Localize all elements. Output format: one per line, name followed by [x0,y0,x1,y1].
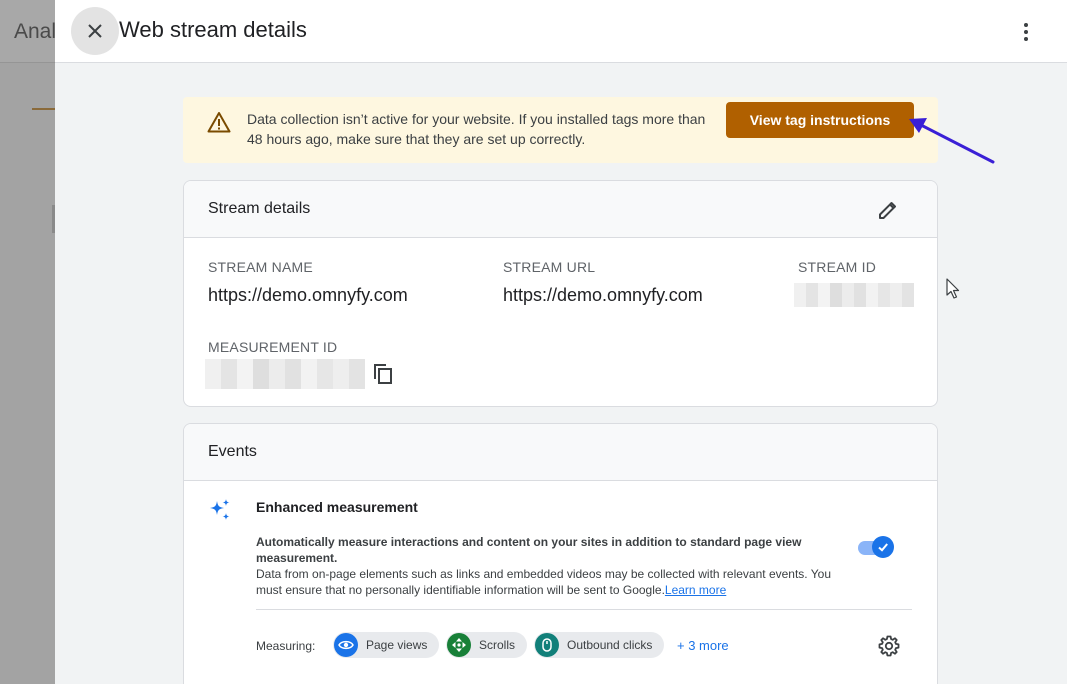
stream-name-label: STREAM NAME [208,259,313,275]
data-collection-warning-banner: Data collection isn’t active for your we… [183,97,938,163]
eye-icon [334,633,358,657]
sparkle-icon [210,499,230,520]
copy-icon[interactable] [371,362,395,386]
panel-header: Web stream details [55,0,1067,63]
enhanced-measurement-title: Enhanced measurement [256,499,418,515]
stream-id-label: STREAM ID [798,259,877,275]
chip-page-views[interactable]: Page views [333,632,440,658]
more-events-link[interactable]: + 3 more [677,638,729,653]
gear-icon[interactable] [877,634,901,658]
pencil-icon[interactable] [876,198,900,222]
measuring-label: Measuring: [256,639,316,653]
stream-details-title: Stream details [208,200,311,217]
learn-more-link[interactable]: Learn more [665,583,726,597]
events-card: Events Enhanced measurement Automaticall… [183,423,938,684]
stream-details-card: Stream details STREAM NAME https://demo.… [183,180,938,407]
mouse-icon [535,633,559,657]
more-options-button[interactable] [1010,16,1042,48]
divider [256,609,912,610]
stream-details-header: Stream details [184,181,937,238]
enhanced-measurement-notice: Data from on-page elements such as links… [256,566,856,598]
background-tab-indicator [32,108,56,110]
chip-page-views-label: Page views [366,638,428,652]
enhanced-measurement-toggle[interactable] [856,536,894,558]
events-title: Events [208,443,257,460]
check-icon [878,543,888,552]
mouse-cursor-icon [946,278,960,299]
background-topbar: Anal [0,0,60,63]
enhanced-measurement-description: Automatically measure interactions and c… [256,535,802,565]
stream-id-value-redacted [794,283,914,307]
page-title: Web stream details [119,17,307,42]
annotation-arrow [909,118,995,164]
chip-scrolls[interactable]: Scrolls [446,632,528,658]
more-vert-icon [1024,23,1028,41]
stream-url-label: STREAM URL [503,259,596,275]
close-icon [88,24,102,38]
view-tag-instructions-button[interactable]: View tag instructions [726,102,914,138]
warning-icon [207,112,231,133]
measurement-id-label: MEASUREMENT ID [208,339,338,355]
scroll-icon [447,633,471,657]
stream-name-value: https://demo.omnyfy.com [208,285,408,305]
warning-message: Data collection isn’t active for your we… [247,111,706,147]
stream-url-value: https://demo.omnyfy.com [503,285,703,305]
chip-outbound-clicks-label: Outbound clicks [567,638,653,652]
chip-scrolls-label: Scrolls [479,638,516,652]
close-button[interactable] [71,7,119,55]
events-header: Events [184,424,937,481]
toggle-thumb [872,536,894,558]
chip-outbound-clicks[interactable]: Outbound clicks [534,632,665,658]
background-app-title: Anal [14,20,57,43]
enhanced-measurement-notice-text: Data from on-page elements such as links… [256,567,832,597]
web-stream-details-panel: Web stream details Data collection isn’t… [55,0,1067,684]
measurement-id-value-redacted [205,359,365,389]
